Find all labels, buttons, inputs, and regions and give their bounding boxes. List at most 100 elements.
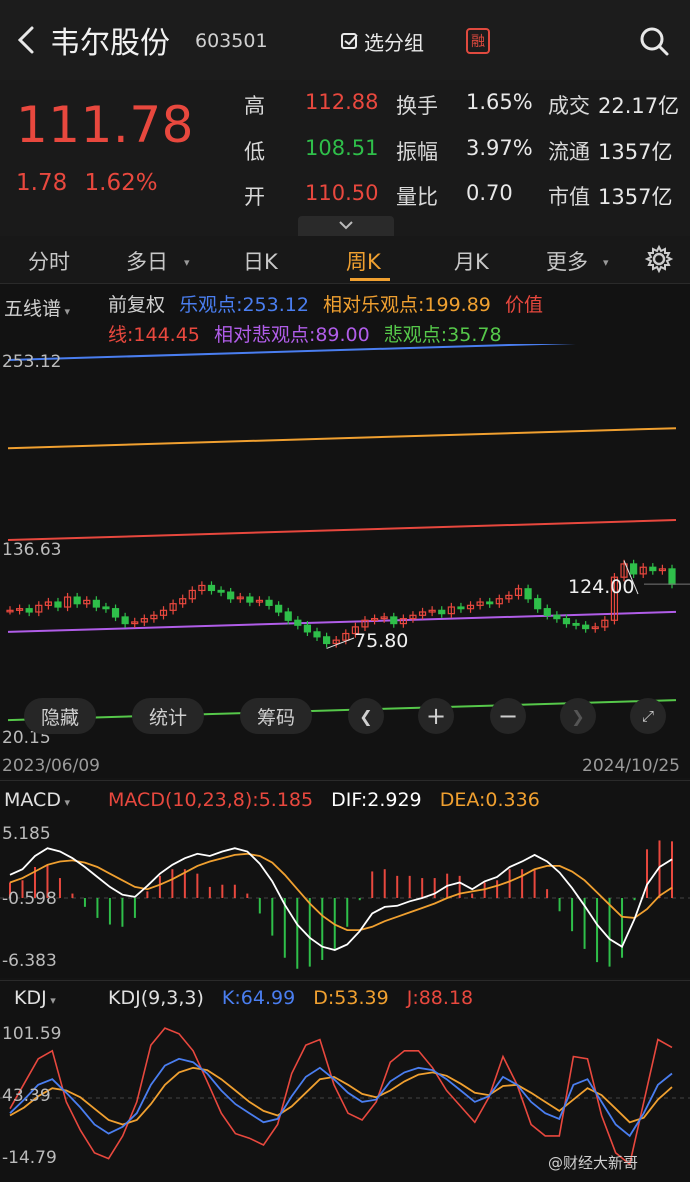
kdj-legend: KDJ(9,3,3) K:64.99 D:53.39 J:88.18 (108, 987, 473, 1009)
candle-body (390, 616, 398, 625)
pick-group-button[interactable]: 选分组 (340, 22, 440, 60)
checkbox-icon (341, 33, 358, 49)
candle-body (668, 568, 676, 585)
multi-day-dropdown-icon: ▾ (184, 256, 190, 269)
candle-body (323, 636, 331, 645)
candle-body (227, 591, 235, 600)
quote-value: 3.97% (466, 136, 533, 160)
hide-button[interactable]: 隐藏 (24, 698, 96, 734)
date-end-label: 2024/10/25 (582, 756, 680, 776)
axis-mid-label: 136.63 (2, 540, 62, 560)
legend-value-prefix: 价值 (504, 294, 543, 316)
kdj-axis-top: 101.59 (2, 1024, 62, 1044)
tab-multi-day[interactable]: 多日 (126, 246, 168, 276)
tab-more[interactable]: 更多 (546, 246, 588, 276)
candle-body (207, 584, 216, 592)
change-value: 1.78 (16, 170, 68, 196)
candle-body (284, 611, 292, 621)
kdj-selector[interactable]: KDJ ▾ (14, 987, 56, 1009)
candle-body (92, 599, 100, 608)
kdj-axis-mid: 43.39 (2, 1086, 51, 1106)
quote-label: 开 (244, 185, 265, 209)
tab-daily-k[interactable]: 日K (243, 246, 278, 276)
kdj-k: K:64.99 (221, 987, 296, 1009)
quote-value: 110.50 (305, 181, 379, 205)
candle-body (25, 608, 33, 613)
five-line-chart[interactable] (0, 344, 690, 754)
date-start-label: 2023/06/09 (2, 756, 100, 776)
quote-label: 低 (244, 140, 265, 164)
macd-chart[interactable] (0, 820, 690, 976)
annotation-low-pointer (326, 637, 355, 649)
macd-selector[interactable]: MACD ▾ (4, 789, 70, 811)
zoom-in-icon[interactable]: + (418, 698, 454, 734)
tab-weekly-k[interactable]: 周K (346, 246, 381, 276)
candle-body (217, 589, 225, 593)
quote-value: 0.70 (466, 181, 513, 205)
quote-label: 量比 (396, 185, 438, 209)
candle-body (102, 606, 110, 610)
quote-value: 1357亿 (598, 140, 673, 164)
kdj-title: KDJ (14, 987, 47, 1009)
candle-body (246, 596, 254, 603)
candle-body (457, 606, 465, 610)
gear-icon[interactable] (644, 244, 674, 274)
stats-button[interactable]: 统计 (132, 698, 204, 734)
macd-params: MACD(10,23,8):5.185 (108, 789, 314, 811)
candle-body (562, 618, 571, 625)
quote-label: 市值 (548, 185, 590, 209)
candle-body (534, 598, 542, 610)
more-dropdown-icon: ▾ (603, 256, 609, 269)
expand-quote-button[interactable] (298, 216, 394, 236)
scroll-left-icon[interactable]: ❮ (348, 698, 384, 734)
candle-body (265, 599, 273, 606)
scroll-right-icon[interactable]: ❯ (560, 698, 596, 734)
five-line-rel_optimistic (7, 427, 677, 450)
macd-axis-mid: -0.598 (2, 889, 57, 909)
watermark: @财经大新哥 (548, 1154, 639, 1172)
back-arrow-icon[interactable] (12, 22, 42, 58)
candle-body (553, 614, 561, 620)
macd-dea: DEA:0.336 (439, 789, 540, 811)
annotation-high: 124.00 (568, 576, 635, 598)
tab-intraday[interactable]: 分时 (28, 246, 70, 276)
legend-value-line: 线:144.45 (108, 324, 200, 346)
legend-line-2: 线:144.45 相对悲观点:89.00 悲观点:35.78 (108, 320, 502, 347)
kdj-d: D:53.39 (313, 987, 389, 1009)
pick-group-label: 选分组 (364, 30, 424, 55)
kdj-d-line (9, 1066, 673, 1126)
candle-body (582, 624, 590, 630)
legend-rel-optimistic: 相对乐观点:199.89 (323, 294, 491, 316)
candle-body (275, 604, 283, 613)
stock-code: 603501 (195, 30, 268, 52)
fullscreen-icon[interactable]: ⤢ (630, 698, 666, 734)
legend-pessimistic: 悲观点:35.78 (383, 324, 502, 346)
candle-body (486, 601, 494, 605)
indicator-name: 五线谱 (4, 298, 62, 320)
search-icon[interactable] (637, 24, 671, 58)
candle-body (572, 622, 580, 626)
legend-line-1: 前复权 乐观点:253.12 相对乐观点:199.89 价值 (108, 290, 543, 317)
quote-value: 1.65% (466, 90, 533, 114)
macd-legend: MACD(10,23,8):5.185 DIF:2.929 DEA:0.336 (108, 789, 540, 811)
candle-body (524, 588, 532, 600)
last-price: 111.78 (16, 96, 194, 154)
annotation-low: 75.80 (354, 630, 409, 652)
macd-dif: DIF:2.929 (331, 789, 422, 811)
quote-value: 1357亿 (598, 185, 673, 209)
quote-value: 22.17亿 (598, 94, 680, 118)
candle-body (73, 596, 81, 605)
margin-trading-badge[interactable]: 融 (466, 28, 490, 54)
chips-button[interactable]: 筹码 (240, 698, 312, 734)
candle-body (121, 616, 129, 625)
price-change: 1.78 1.62% (16, 170, 158, 196)
zoom-out-icon[interactable]: − (490, 698, 526, 734)
axis-top-label: 253.12 (2, 352, 62, 372)
tab-monthly-k[interactable]: 月K (454, 246, 489, 276)
five-line-optimistic (7, 344, 576, 361)
indicator-selector[interactable]: 五线谱 ▾ (4, 294, 70, 321)
candle-body (630, 563, 638, 575)
quote-label: 流通 (548, 140, 590, 164)
candle-body (303, 624, 312, 633)
quote-value: 112.88 (305, 90, 379, 114)
